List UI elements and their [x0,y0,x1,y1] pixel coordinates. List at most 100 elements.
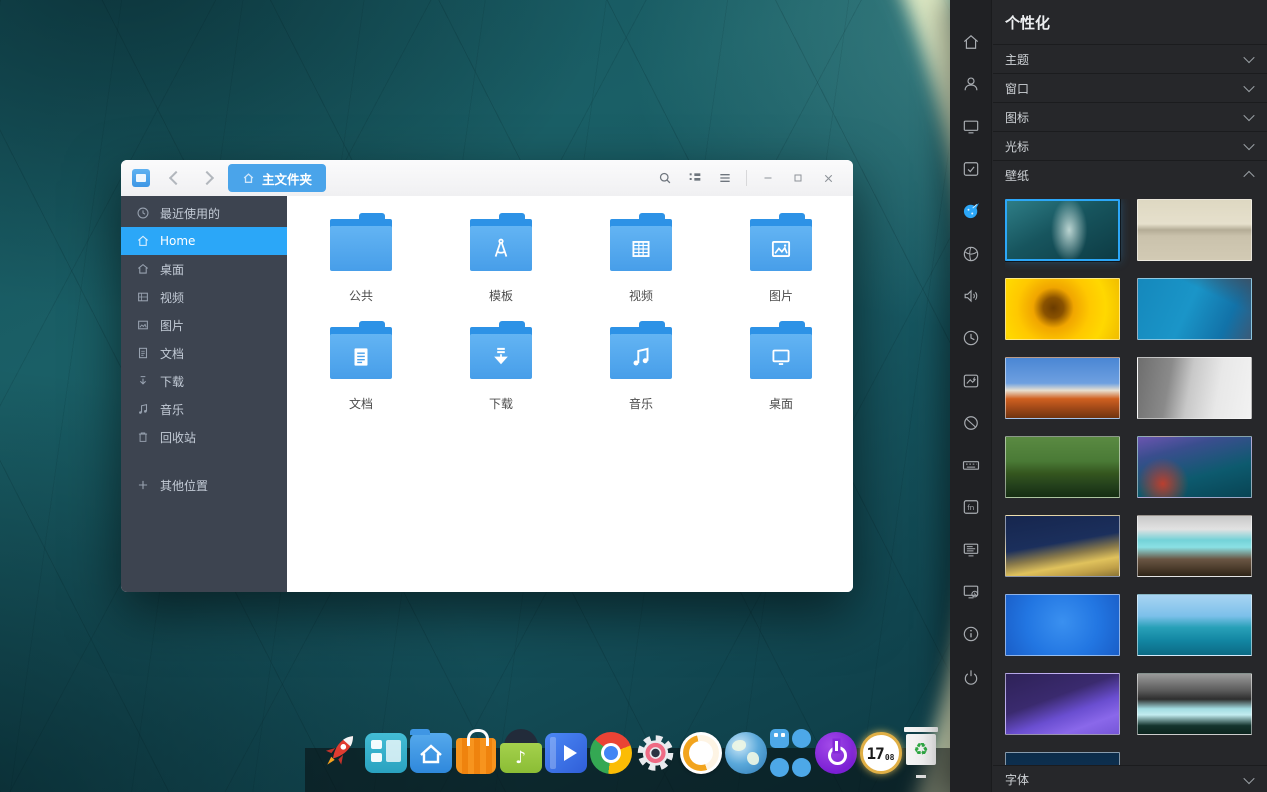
settings-gear-icon [633,730,678,776]
home-icon [135,234,150,249]
folder-pictures[interactable]: 图片 [711,213,851,321]
wallpaper-thumbnail[interactable] [1005,752,1120,765]
sidebar-item-label: 下载 [160,373,184,390]
dock-screen-recorder[interactable] [678,727,723,779]
wallpaper-thumbnail[interactable] [1137,278,1252,340]
sidebar-item-documents[interactable]: 文档 [121,339,287,367]
sidebar-item-downloads[interactable]: 下载 [121,367,287,395]
chevron-down-icon [1243,110,1254,121]
wallpaper-thumbnail[interactable] [1005,594,1120,656]
dock-chrome[interactable] [588,727,633,779]
folder-downloads[interactable]: 下载 [431,321,571,429]
wallpaper-thumbnail[interactable] [1005,278,1120,340]
folder-documents[interactable]: 文档 [291,321,431,429]
titlebar[interactable]: 主文件夹 [121,160,853,197]
dock-music[interactable]: ♪ [498,727,543,779]
folder-videos[interactable]: 视频 [571,213,711,321]
dock-items: ♪ 1708 ♻ [318,727,948,779]
nav-info[interactable] [950,613,991,655]
monitor-update-icon [961,582,981,602]
app-icon [132,169,150,187]
sidebar-item-videos[interactable]: 视频 [121,283,287,311]
wallpaper-thumbnail[interactable] [1137,515,1252,577]
section-label: 光标 [1005,138,1029,155]
file-manager-window: 主文件夹 [121,160,853,592]
dock-app-store[interactable] [453,727,498,779]
wallpaper-thumbnail[interactable] [1137,673,1252,735]
dock-remote-assistance[interactable] [768,727,813,779]
nav-keyboard[interactable] [950,444,991,486]
power-icon [961,667,981,687]
sidebar-item-home[interactable]: Home [121,227,287,255]
nav-shutdown[interactable] [950,655,991,697]
wallpaper-thumbnail[interactable] [1137,199,1252,261]
sidebar-item-trash[interactable]: 回收站 [121,423,287,451]
nav-display[interactable] [950,106,991,148]
back-button[interactable] [164,166,188,190]
section-wallpaper[interactable]: 壁纸 [993,160,1267,189]
forward-button[interactable] [195,166,219,190]
folder-music[interactable]: 音乐 [571,321,711,429]
wallpaper-thumbnail[interactable] [1137,436,1252,498]
nav-accounts[interactable] [950,63,991,105]
nav-mouse[interactable] [950,402,991,444]
wallpaper-thumbnail[interactable] [1005,673,1120,735]
sidebar-item-recent[interactable]: 最近使用的 [121,199,287,227]
folder-label: 下载 [489,395,513,412]
wallpaper-thumbnail[interactable] [1005,357,1120,419]
path-tab-label: 主文件夹 [262,169,312,188]
section-fonts[interactable]: 字体 [993,765,1267,792]
nav-default-apps[interactable] [950,148,991,190]
dock-shutdown[interactable] [813,727,858,779]
section-icons[interactable]: 图标 [993,102,1267,131]
dock-multitasking[interactable] [363,727,408,779]
dock-trash[interactable]: ♻ [903,727,948,779]
sidebar-item-music[interactable]: 音乐 [121,395,287,423]
control-center-body: 个性化 主题 窗口 图标 光标 壁纸 [993,0,1267,792]
minimize-button[interactable] [753,160,783,196]
nav-system-monitor[interactable] [950,529,991,571]
nav-power-management[interactable] [950,359,991,401]
section-window[interactable]: 窗口 [993,73,1267,102]
folder-public[interactable]: 公共 [291,213,431,321]
section-theme[interactable]: 主题 [993,44,1267,73]
nav-home[interactable] [950,21,991,63]
nav-datetime[interactable] [950,317,991,359]
section-cursor[interactable]: 光标 [993,131,1267,160]
maximize-button[interactable] [783,160,813,196]
dock-clock[interactable]: 1708 [858,727,903,779]
sidebar-item-other-locations[interactable]: 其他位置 [121,471,287,499]
plus-icon [135,478,150,493]
wallpaper-thumbnail[interactable] [1005,436,1120,498]
dock-file-manager[interactable] [408,727,453,779]
dock-launcher[interactable] [318,727,363,779]
folder-label: 音乐 [629,395,653,412]
display-icon [961,117,981,137]
nav-update[interactable] [950,571,991,613]
dock-browser[interactable] [723,727,768,779]
section-label: 主题 [1005,51,1029,68]
search-button[interactable] [650,160,680,196]
nav-network[interactable] [950,232,991,274]
menu-button[interactable] [710,160,740,196]
sidebar-item-pictures[interactable]: 图片 [121,311,287,339]
dock-movie[interactable] [543,727,588,779]
sidebar-item-desktop[interactable]: 桌面 [121,255,287,283]
wallpaper-thumbnail-selected[interactable] [1005,199,1120,261]
chevron-left-icon [169,171,183,185]
folder-desktop[interactable]: 桌面 [711,321,851,429]
nav-sound[interactable] [950,275,991,317]
wallpaper-thumbnail[interactable] [1137,357,1252,419]
info-icon [961,624,981,644]
nav-personalization-active[interactable] [950,190,991,232]
nav-shortcuts[interactable]: fn [950,486,991,528]
close-button[interactable] [813,160,843,196]
view-toggle-button[interactable] [680,160,710,196]
wallpaper-thumbnail[interactable] [1137,594,1252,656]
sidebar-item-label: 最近使用的 [160,205,220,222]
wallpaper-thumbnail[interactable] [1005,515,1120,577]
folder-templates[interactable]: 模板 [431,213,571,321]
dock-control-center[interactable] [633,727,678,779]
trash-can-icon: ♻ [908,732,944,774]
path-tab[interactable]: 主文件夹 [228,164,326,192]
